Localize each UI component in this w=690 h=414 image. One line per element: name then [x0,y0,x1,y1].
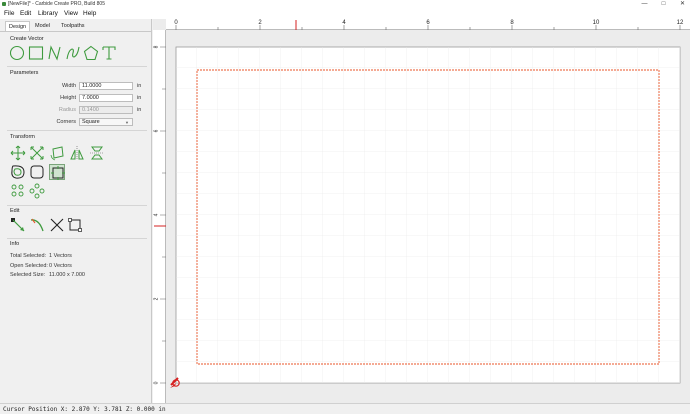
corners-select[interactable]: Square ▼ [79,118,133,126]
radius-field[interactable]: 0.1400 [79,106,133,114]
ruler-vertical: 8 6 4 2 0 [153,30,166,403]
ruler-horizontal: 0 2 4 6 8 10 12 [166,19,690,30]
ruler-x-label: 2 [258,20,262,26]
polyline-icon[interactable] [47,45,63,61]
circle-icon[interactable] [9,45,25,61]
workspace[interactable] [166,30,690,403]
ruler-y-label: 0 [153,381,160,385]
ruler-vertical-ticks [154,46,166,384]
tab-design[interactable]: Design [5,21,31,31]
height-label: Height [60,95,76,101]
mirror-vertical-icon[interactable] [89,145,105,161]
app-icon [2,2,6,6]
divider [7,66,147,67]
ruler-y-label: 4 [153,213,160,217]
section-create-vector: Create Vector [10,36,44,42]
chevron-down-icon: ▼ [125,120,129,125]
ruler-y-label: 8 [153,45,160,49]
selected-size-label: Selected Size: [10,272,46,278]
open-selected-value: 0 Vectors [49,263,72,269]
section-parameters: Parameters [10,70,39,76]
radius-unit: in [137,107,142,113]
ruler-x-label: 0 [174,20,178,26]
tab-divider [0,31,152,32]
ruler-x-label: 10 [592,20,600,26]
array-grid-icon[interactable] [10,183,26,199]
tab-model[interactable]: Model [35,21,50,31]
ruler-x-label: 12 [676,20,684,26]
ruler-x-label: 8 [510,20,514,26]
bounding-box-icon[interactable] [67,217,83,233]
section-transform: Transform [10,134,35,140]
minimize-button[interactable]: — [638,0,651,9]
delete-icon[interactable] [49,217,65,233]
ruler-x-label: 4 [342,20,346,26]
menu-edit[interactable]: Edit [20,10,31,17]
total-selected-label: Total Selected: [10,253,47,259]
align-center-icon[interactable] [49,164,65,180]
array-circular-icon[interactable] [29,183,45,199]
ruler-y-label: 6 [153,129,160,133]
grid [176,47,680,383]
open-selected-label: Open Selected: [10,263,48,269]
menu-bar: File Edit Library View Help [0,9,690,19]
divider [7,130,147,131]
mirror-horizontal-icon[interactable] [69,145,85,161]
status-bar: Cursor Position X: 2.870 Y: 3.781 Z: 0.0… [0,403,690,414]
width-unit: in [137,83,142,89]
menu-library[interactable]: Library [38,10,58,17]
menu-view[interactable]: View [64,10,78,17]
section-edit: Edit [10,208,20,214]
close-button[interactable]: ✕ [676,0,689,9]
divider [7,238,147,239]
curve-icon[interactable] [65,45,81,61]
text-icon[interactable] [101,45,117,61]
total-selected-value: 1 Vectors [49,253,72,259]
design-panel: Design Model Toolpaths Create Vector Par… [0,19,152,403]
rotate-icon[interactable] [49,145,65,161]
rectangle-icon[interactable] [28,45,44,61]
menu-file[interactable]: File [4,10,14,17]
node-edit-icon[interactable] [10,217,26,233]
corners-value: Square [82,119,100,125]
selected-size-value: 11.000 x 7.000 [49,272,85,278]
section-info: Info [10,241,20,247]
move-icon[interactable] [10,145,26,161]
radius-label: Radius [58,107,76,113]
panel-tabs: Design Model Toolpaths [0,21,152,31]
maximize-button[interactable]: □ [657,0,670,9]
ruler-x-label: 6 [426,20,430,26]
corners-label: Corners [56,119,76,125]
menu-help[interactable]: Help [83,10,96,17]
ruler-y-label: 2 [153,297,160,301]
polygon-icon[interactable] [83,45,99,61]
height-field[interactable]: 7.0000 [79,94,133,102]
scale-icon[interactable] [29,145,45,161]
height-unit: in [137,95,142,101]
width-field[interactable]: 11.0000 [79,82,133,90]
width-label: Width [61,83,76,89]
tab-toolpaths[interactable]: Toolpaths [61,21,85,31]
window-title: [NewFile]* - Carbide Create PRO, Build 8… [8,1,105,7]
cursor-position: Cursor Position X: 2.870 Y: 3.781 Z: 0.0… [3,406,166,413]
title-bar: [NewFile]* - Carbide Create PRO, Build 8… [0,0,690,9]
divider [7,205,147,206]
offset-icon[interactable] [10,164,26,180]
fillet-icon[interactable] [29,164,45,180]
trim-icon[interactable] [29,217,45,233]
